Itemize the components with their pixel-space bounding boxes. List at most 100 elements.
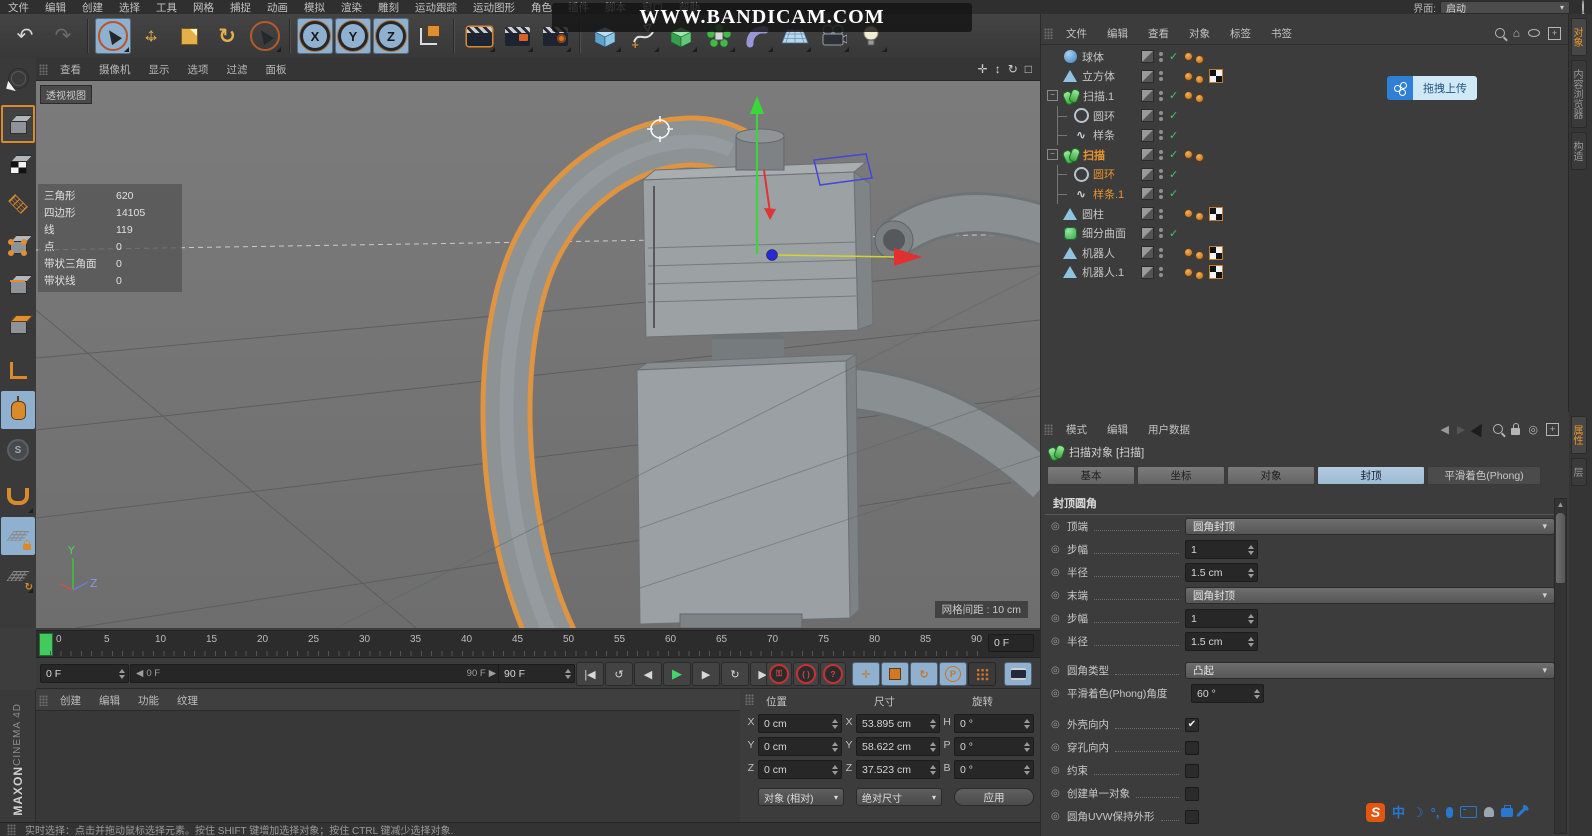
viewport-solo-button[interactable] — [1, 391, 35, 429]
spinner-arrows-icon[interactable] — [829, 765, 841, 775]
coord-mode-dropdown[interactable]: 对象 (相对)▾ — [758, 788, 844, 806]
menu-file[interactable]: 文件 — [0, 0, 37, 15]
spinner-arrows-icon[interactable] — [1245, 568, 1257, 578]
mat-menu-edit[interactable]: 编辑 — [90, 693, 129, 708]
live-selection-tool[interactable] — [95, 18, 131, 54]
param-bullet-icon[interactable]: ◎ — [1051, 613, 1067, 624]
pick-object-icon[interactable] — [1471, 421, 1487, 437]
am-menu-edit[interactable]: 编辑 — [1097, 422, 1138, 437]
spinner-arrows-icon[interactable] — [1021, 719, 1033, 729]
visibility-dots[interactable] — [1159, 111, 1163, 121]
spinner-arrows-icon[interactable] — [829, 719, 841, 729]
tree-row-spline[interactable]: ∿ 样条 ✓ — [1041, 125, 1569, 145]
tab-objects[interactable]: 对象 — [1571, 18, 1587, 56]
visibility-dots[interactable] — [1159, 71, 1163, 81]
collapse-expander[interactable]: − — [1047, 90, 1058, 101]
layer-swatch[interactable] — [1141, 266, 1154, 279]
visibility-dots[interactable] — [1159, 189, 1163, 199]
position-y-field[interactable]: 0 cm — [758, 737, 842, 756]
end-frame-field[interactable]: 90 F — [498, 664, 575, 683]
enabled-check-icon[interactable]: ✓ — [1169, 168, 1178, 181]
tab-object[interactable]: 对象 — [1227, 466, 1315, 485]
new-panel-icon[interactable]: + — [1546, 423, 1559, 436]
param-bullet-icon[interactable]: ◎ — [1051, 811, 1067, 822]
previous-frame-button[interactable]: ◀ — [634, 662, 662, 686]
render-view-button[interactable] — [461, 18, 497, 54]
fillet-type-dropdown[interactable]: 凸起▾ — [1185, 662, 1555, 679]
param-bullet-icon[interactable]: ◎ — [1051, 719, 1067, 730]
size-x-field[interactable]: 53.895 cm — [856, 714, 940, 733]
texture-tag-icon[interactable] — [1209, 246, 1223, 260]
undo-button[interactable]: ↶ — [7, 18, 43, 54]
tag-icons[interactable] — [1184, 69, 1223, 84]
rotate-tool[interactable]: ↻ — [209, 18, 245, 54]
param-bullet-icon[interactable]: ◎ — [1051, 636, 1067, 647]
rotation-h-field[interactable]: 0 ° — [954, 714, 1034, 733]
tag-icons[interactable] — [1184, 88, 1204, 103]
param-bullet-icon[interactable]: ◎ — [1051, 567, 1067, 578]
layer-swatch[interactable] — [1141, 129, 1154, 142]
om-menu-bookmarks[interactable]: 书签 — [1261, 26, 1302, 41]
visibility-dots[interactable] — [1159, 52, 1163, 62]
tag-icons[interactable] — [1184, 206, 1223, 221]
tag-icons[interactable] — [1184, 265, 1223, 280]
spinner-arrows-icon[interactable] — [1021, 765, 1033, 775]
home-icon[interactable]: ⌂ — [1513, 27, 1520, 39]
menu-simulate[interactable]: 模拟 — [296, 0, 333, 15]
spinner-arrows-icon[interactable] — [829, 742, 841, 752]
key-rotation-toggle[interactable]: ↻ — [910, 662, 938, 686]
panel-grip[interactable] — [1044, 28, 1053, 39]
vp-menu-display[interactable]: 显示 — [140, 62, 179, 77]
tab-structure[interactable]: 构造 — [1571, 132, 1587, 170]
rotation-b-field[interactable]: 0 ° — [954, 760, 1034, 779]
render-picture-viewer-button[interactable] — [499, 18, 535, 54]
3d-scene[interactable]: Y Z — [36, 58, 1040, 628]
redo-button[interactable]: ↷ — [45, 18, 81, 54]
rotation-p-field[interactable]: 0 ° — [954, 737, 1034, 756]
layer-swatch[interactable] — [1141, 148, 1154, 161]
key-pla-toggle[interactable] — [968, 662, 996, 686]
radius2-field[interactable]: 1.5 cm — [1185, 632, 1258, 651]
visibility-dots[interactable] — [1159, 169, 1163, 179]
tree-row-sweep1[interactable]: − 扫描.1 ✓ — [1041, 86, 1569, 106]
tree-row-robot[interactable]: 机器人 — [1041, 243, 1569, 263]
attribute-scrollbar[interactable]: ▲ — [1554, 498, 1567, 834]
coordinate-system-button[interactable] — [411, 18, 447, 54]
tree-row-cube[interactable]: 立方体 — [1041, 67, 1569, 87]
am-search-icon[interactable] — [1493, 424, 1503, 434]
panel-grip[interactable] — [1044, 424, 1053, 435]
ime-punctuation-icon[interactable]: °, — [1431, 806, 1440, 819]
enabled-check-icon[interactable]: ✓ — [1169, 227, 1178, 240]
vp-menu-panel[interactable]: 面板 — [257, 62, 296, 77]
user-icon[interactable] — [1484, 807, 1494, 817]
tree-row-sweep-selected[interactable]: − 扫描 ✓ — [1041, 145, 1569, 165]
spinner-arrows-icon[interactable] — [1245, 637, 1257, 647]
texture-tag-icon[interactable] — [1209, 69, 1223, 83]
spinner-arrows-icon[interactable] — [1245, 614, 1257, 624]
collapse-expander[interactable]: − — [1047, 149, 1058, 160]
om-menu-tags[interactable]: 标签 — [1220, 26, 1261, 41]
panel-grip[interactable] — [39, 64, 48, 75]
texture-tag-icon[interactable] — [1209, 265, 1223, 279]
menu-motion-tracker[interactable]: 运动跟踪 — [407, 0, 465, 15]
enable-axis-button[interactable] — [1, 351, 35, 389]
vp-menu-options[interactable]: 选项 — [179, 62, 218, 77]
om-menu-edit[interactable]: 编辑 — [1097, 26, 1138, 41]
menu-snap[interactable]: 捕捉 — [222, 0, 259, 15]
rotate-view-icon[interactable]: ↻ — [1008, 62, 1018, 76]
param-bullet-icon[interactable]: ◎ — [1051, 742, 1067, 753]
visibility-dots[interactable] — [1159, 130, 1163, 140]
layer-swatch[interactable] — [1141, 50, 1154, 63]
size-y-field[interactable]: 58.622 cm — [856, 737, 940, 756]
zoom-view-icon[interactable]: ↕ — [995, 62, 1001, 76]
tag-icons[interactable] — [1184, 147, 1204, 162]
size-z-field[interactable]: 37.523 cm — [856, 760, 940, 779]
tree-row-spline1-selected[interactable]: ∿ 样条.1 ✓ — [1041, 184, 1569, 204]
current-frame-field[interactable]: 0 F — [40, 664, 129, 683]
param-bullet-icon[interactable]: ◎ — [1051, 590, 1067, 601]
play-button[interactable]: ▶ — [663, 662, 691, 686]
range-right-arrow-icon[interactable]: ▶ — [489, 668, 496, 679]
history-back-icon[interactable]: ◀ — [1440, 423, 1448, 436]
visibility-dots[interactable] — [1159, 150, 1163, 160]
menu-render[interactable]: 渲染 — [333, 0, 370, 15]
